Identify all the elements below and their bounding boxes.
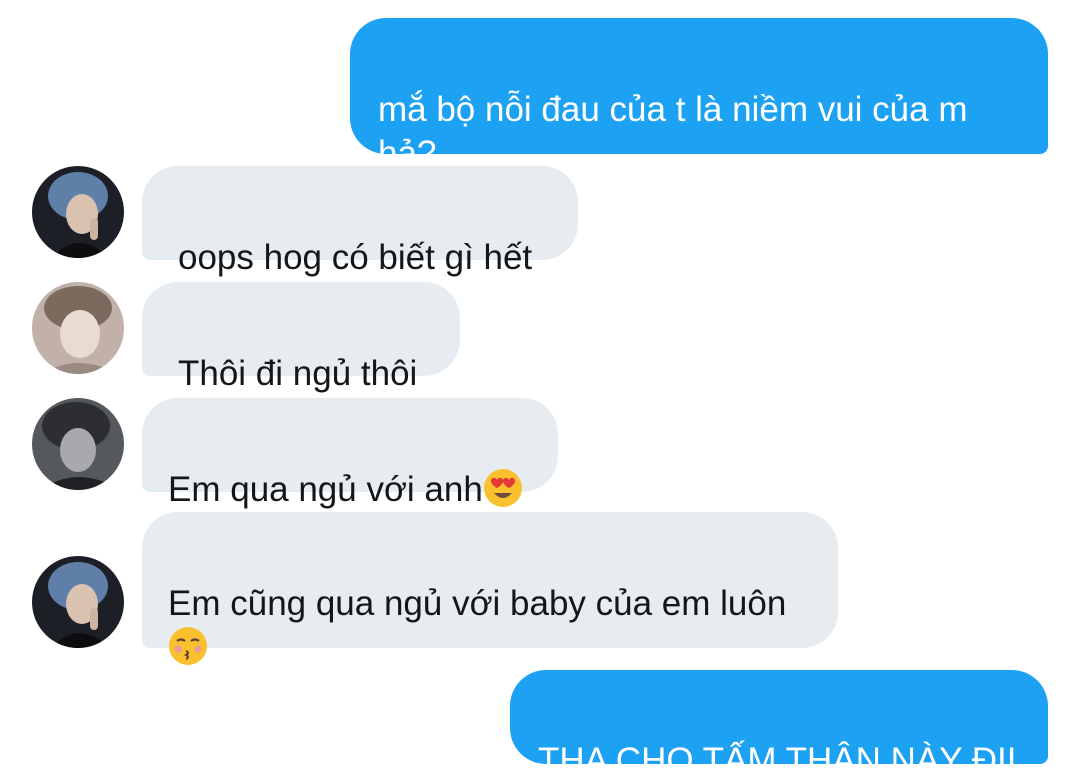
outgoing-message-bubble[interactable]: THA CHO TẤM THÂN NÀY ĐII (510, 670, 1048, 780)
avatar-photo (32, 282, 124, 374)
avatar-photo (32, 556, 124, 648)
message-text: THA CHO TẤM THÂN NÀY ĐII (538, 741, 1017, 780)
outgoing-message-bubble[interactable]: mắ bộ nỗi đau của t là niềm vui của m hả… (350, 18, 1048, 173)
incoming-message-bubble[interactable]: Em cũng qua ngủ với baby của em luôn (142, 512, 838, 665)
message-text: Em qua ngủ với anh (168, 470, 483, 509)
kissing-closed-eyes-emoji-icon (168, 626, 208, 666)
message-text: Em cũng qua ngủ với baby của em luôn (168, 584, 787, 623)
avatar[interactable] (32, 166, 124, 258)
avatar[interactable] (32, 556, 124, 648)
heart-eyes-emoji-icon (483, 468, 523, 508)
avatar[interactable] (32, 398, 124, 490)
avatar-photo (32, 166, 124, 258)
avatar[interactable] (32, 282, 124, 374)
incoming-message-bubble[interactable]: oops hog có biết gì hết (142, 166, 578, 277)
message-text: oops hog có biết gì hết (178, 238, 533, 277)
message-text: mắ bộ nỗi đau của t là niềm vui của m hả… (378, 90, 968, 173)
message-text: Thôi đi ngủ thôi (178, 354, 418, 393)
incoming-message-bubble[interactable]: Em qua ngủ với anh (142, 398, 558, 509)
incoming-message-bubble[interactable]: Thôi đi ngủ thôi (142, 282, 460, 393)
avatar-photo (32, 398, 124, 490)
